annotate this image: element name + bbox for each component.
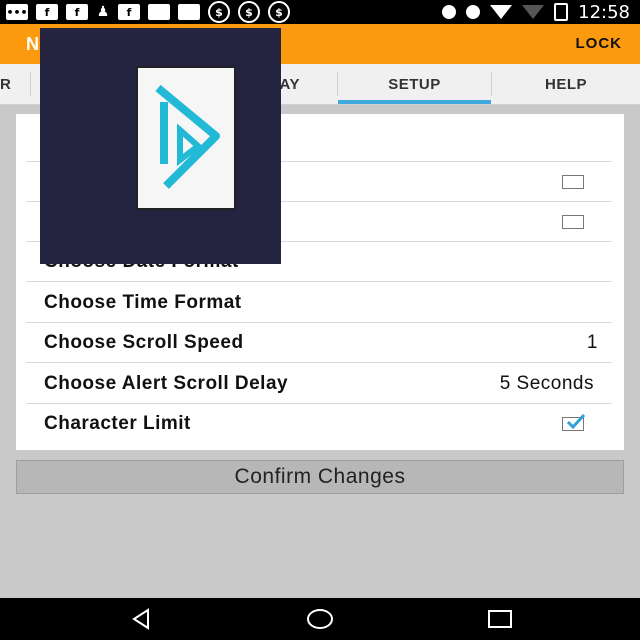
facebook-icon: f (118, 4, 140, 20)
location-icon (442, 5, 457, 19)
app-logo (136, 66, 236, 210)
dollar-icon: $ (238, 1, 260, 23)
tab-partial-left[interactable]: R (0, 64, 28, 104)
chat-icon: ••• (6, 4, 28, 20)
character-limit-row[interactable]: Character Limit (26, 404, 612, 444)
character-limit-checkbox[interactable] (562, 413, 586, 431)
row-label: Choose Alert Scroll Delay (44, 373, 289, 394)
home-icon[interactable] (306, 606, 334, 632)
image-icon (178, 4, 200, 20)
tab-setup[interactable]: SETUP (338, 64, 491, 104)
facebook-icon: f (36, 4, 58, 20)
row-label: Character Limit (44, 413, 191, 434)
row-label: Choose Time Format (44, 292, 242, 313)
lock-button[interactable]: LOCK (576, 35, 623, 52)
play-logo-icon (155, 84, 220, 189)
row-label: Choose Scroll Speed (44, 332, 244, 353)
status-bar: ••• f f ♟ f $ $ $ 12:58 (0, 0, 640, 24)
tab-divider (30, 72, 31, 96)
time-format-row[interactable]: Choose Time Format (26, 283, 612, 323)
dollar-icon: $ (268, 1, 290, 23)
tab-help[interactable]: HELP (492, 64, 640, 104)
setting-checkbox[interactable] (562, 215, 584, 229)
scroll-speed-row[interactable]: Choose Scroll Speed 1 (26, 323, 612, 363)
dollar-icon: $ (208, 1, 230, 23)
image-icon (148, 4, 170, 20)
back-icon[interactable] (128, 606, 154, 632)
signal-icon (522, 5, 545, 19)
alert-scroll-delay-row[interactable]: Choose Alert Scroll Delay 5 Seconds (26, 364, 612, 404)
system-nav-bar (0, 598, 640, 640)
battery-icon (554, 3, 569, 21)
wifi-icon (490, 5, 513, 19)
alert-scroll-delay-value: 5 Seconds (499, 373, 594, 394)
confirm-changes-button[interactable]: Confirm Changes (16, 460, 624, 494)
notification-icons: ••• f f ♟ f $ $ $ (0, 1, 290, 23)
scroll-speed-value: 1 (586, 332, 598, 353)
app-title: N (26, 34, 39, 54)
recents-icon[interactable] (486, 606, 514, 632)
setting-checkbox[interactable] (562, 175, 584, 189)
do-not-disturb-icon (466, 5, 481, 19)
clock: 12:58 (578, 1, 630, 23)
facebook-icon: f (66, 4, 88, 20)
person-icon: ♟ (96, 4, 110, 20)
checkmark-icon (566, 413, 586, 430)
overlay-image (40, 28, 281, 264)
